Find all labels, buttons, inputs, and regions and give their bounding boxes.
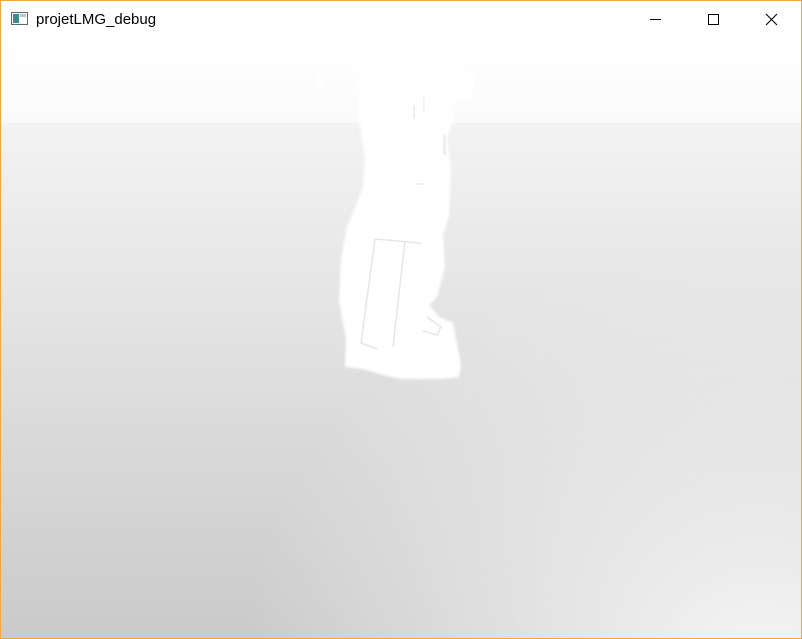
minimize-icon bbox=[650, 19, 661, 20]
maximize-icon bbox=[708, 14, 719, 25]
app-window: projetLMG_debug bbox=[0, 0, 802, 639]
character-body bbox=[339, 39, 461, 379]
app-window-icon bbox=[11, 12, 28, 25]
window-title: projetLMG_debug bbox=[36, 11, 157, 28]
render-viewport[interactable] bbox=[1, 39, 801, 638]
character-model bbox=[313, 39, 477, 379]
maximize-button[interactable] bbox=[684, 1, 742, 39]
close-icon bbox=[765, 13, 778, 26]
title-bar[interactable]: projetLMG_debug bbox=[1, 1, 801, 39]
minimize-button[interactable] bbox=[626, 1, 684, 39]
close-button[interactable] bbox=[743, 1, 801, 39]
